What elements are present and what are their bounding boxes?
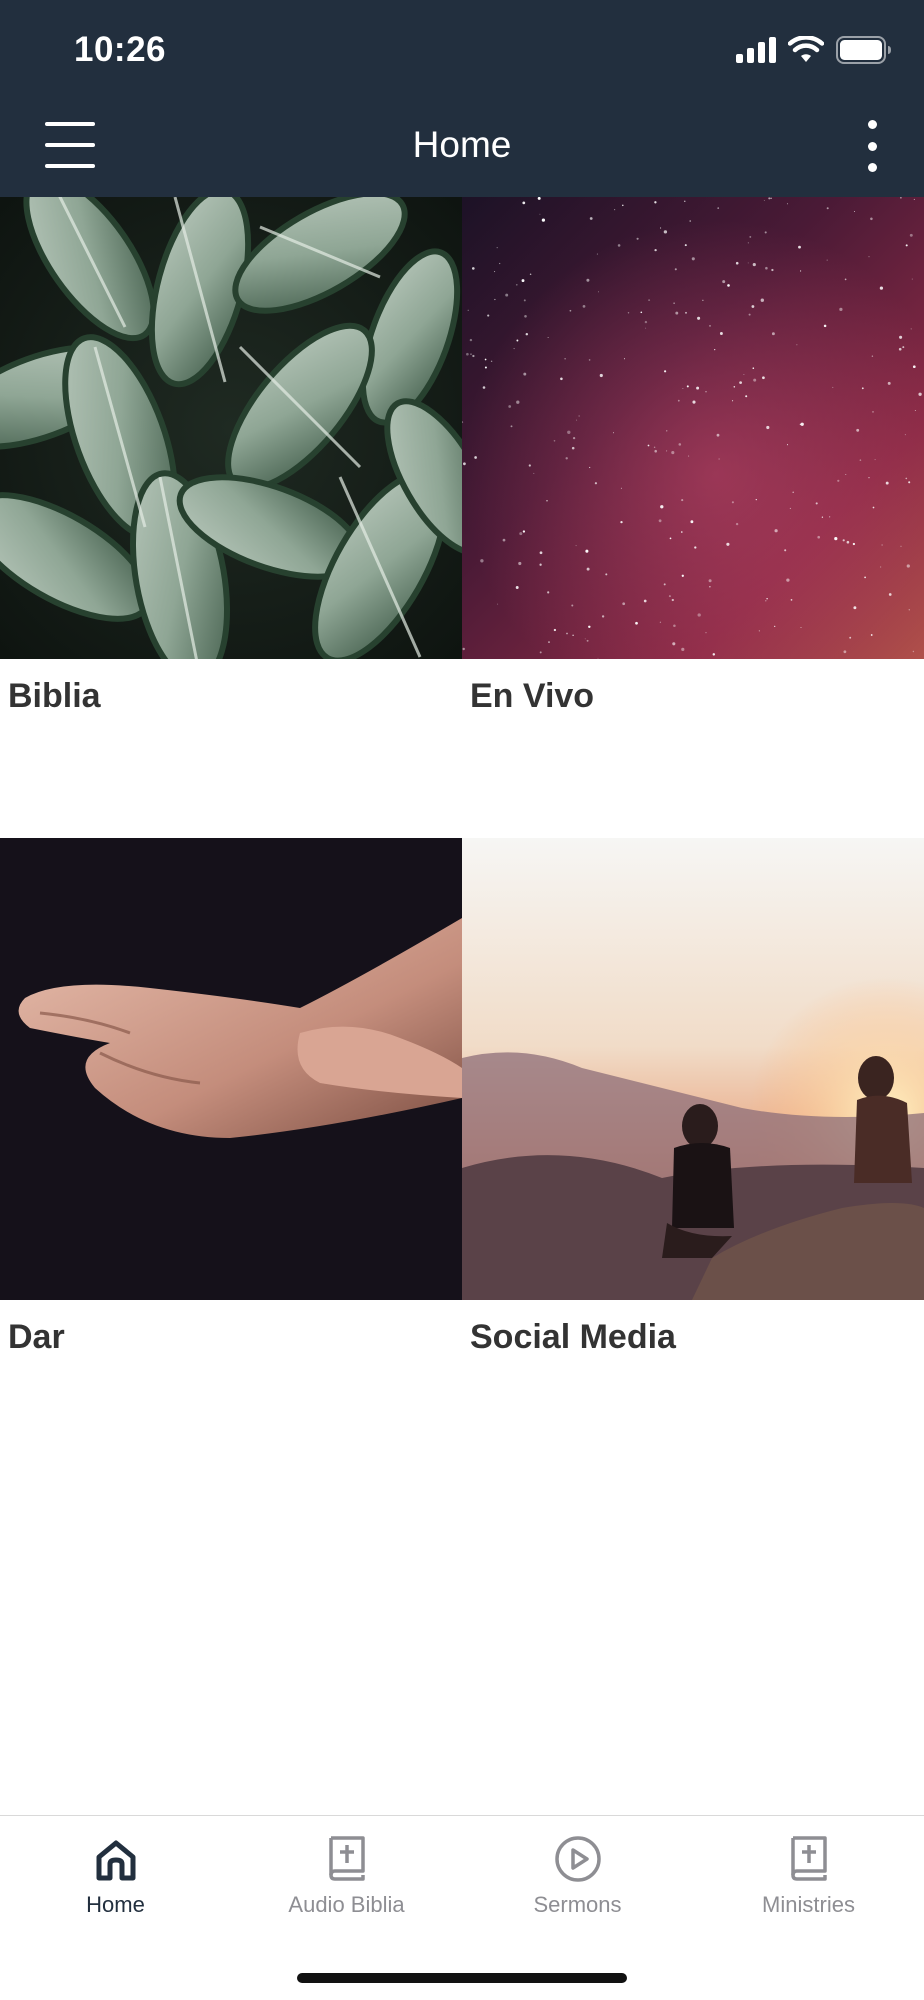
starry-night-sky-photo — [462, 197, 924, 659]
status-icons — [736, 36, 892, 64]
open-hands-photo — [0, 838, 462, 1300]
tile-label: Biblia — [8, 677, 101, 715]
page-title: Home — [412, 124, 512, 165]
bible-icon — [784, 1834, 834, 1884]
tab-label: Home — [86, 1892, 145, 1917]
tile-social-media[interactable]: Social Media — [462, 838, 924, 1479]
home-screen: 10:26 Home Biblia En Vivo Dar Social Med… — [0, 0, 924, 2000]
tile-en-vivo[interactable]: En Vivo — [462, 197, 924, 838]
cellular-signal-icon — [736, 37, 776, 63]
tab-label: Ministries — [762, 1892, 855, 1917]
more-vertical-icon[interactable] — [850, 120, 894, 172]
tile-label: Dar — [8, 1318, 65, 1356]
battery-icon — [836, 36, 891, 64]
tile-label: En Vivo — [470, 677, 595, 715]
tab-sermons[interactable]: Sermons — [462, 1816, 693, 1936]
status-time: 10:26 — [74, 30, 167, 69]
bible-icon — [322, 1834, 372, 1884]
tile-biblia[interactable]: Biblia — [0, 197, 462, 838]
tab-home[interactable]: Home — [0, 1816, 231, 1936]
tab-audio-biblia[interactable]: Audio Biblia — [231, 1816, 462, 1936]
play-circle-icon — [553, 1834, 603, 1884]
people-on-mountain-sunset-photo — [462, 838, 924, 1300]
tab-label: Audio Biblia — [288, 1892, 405, 1917]
tab-label: Sermons — [533, 1892, 622, 1917]
tab-ministries[interactable]: Ministries — [693, 1816, 924, 1936]
home-indicator — [297, 1973, 627, 1983]
app-header: 10:26 Home — [0, 0, 924, 197]
home-icon — [91, 1834, 141, 1884]
tile-label: Social Media — [470, 1318, 676, 1356]
feature-grid: Biblia En Vivo Dar Social Media — [0, 197, 924, 1479]
green-leaves-photo — [0, 197, 462, 659]
tile-dar[interactable]: Dar — [0, 838, 462, 1479]
wifi-icon — [788, 36, 824, 62]
